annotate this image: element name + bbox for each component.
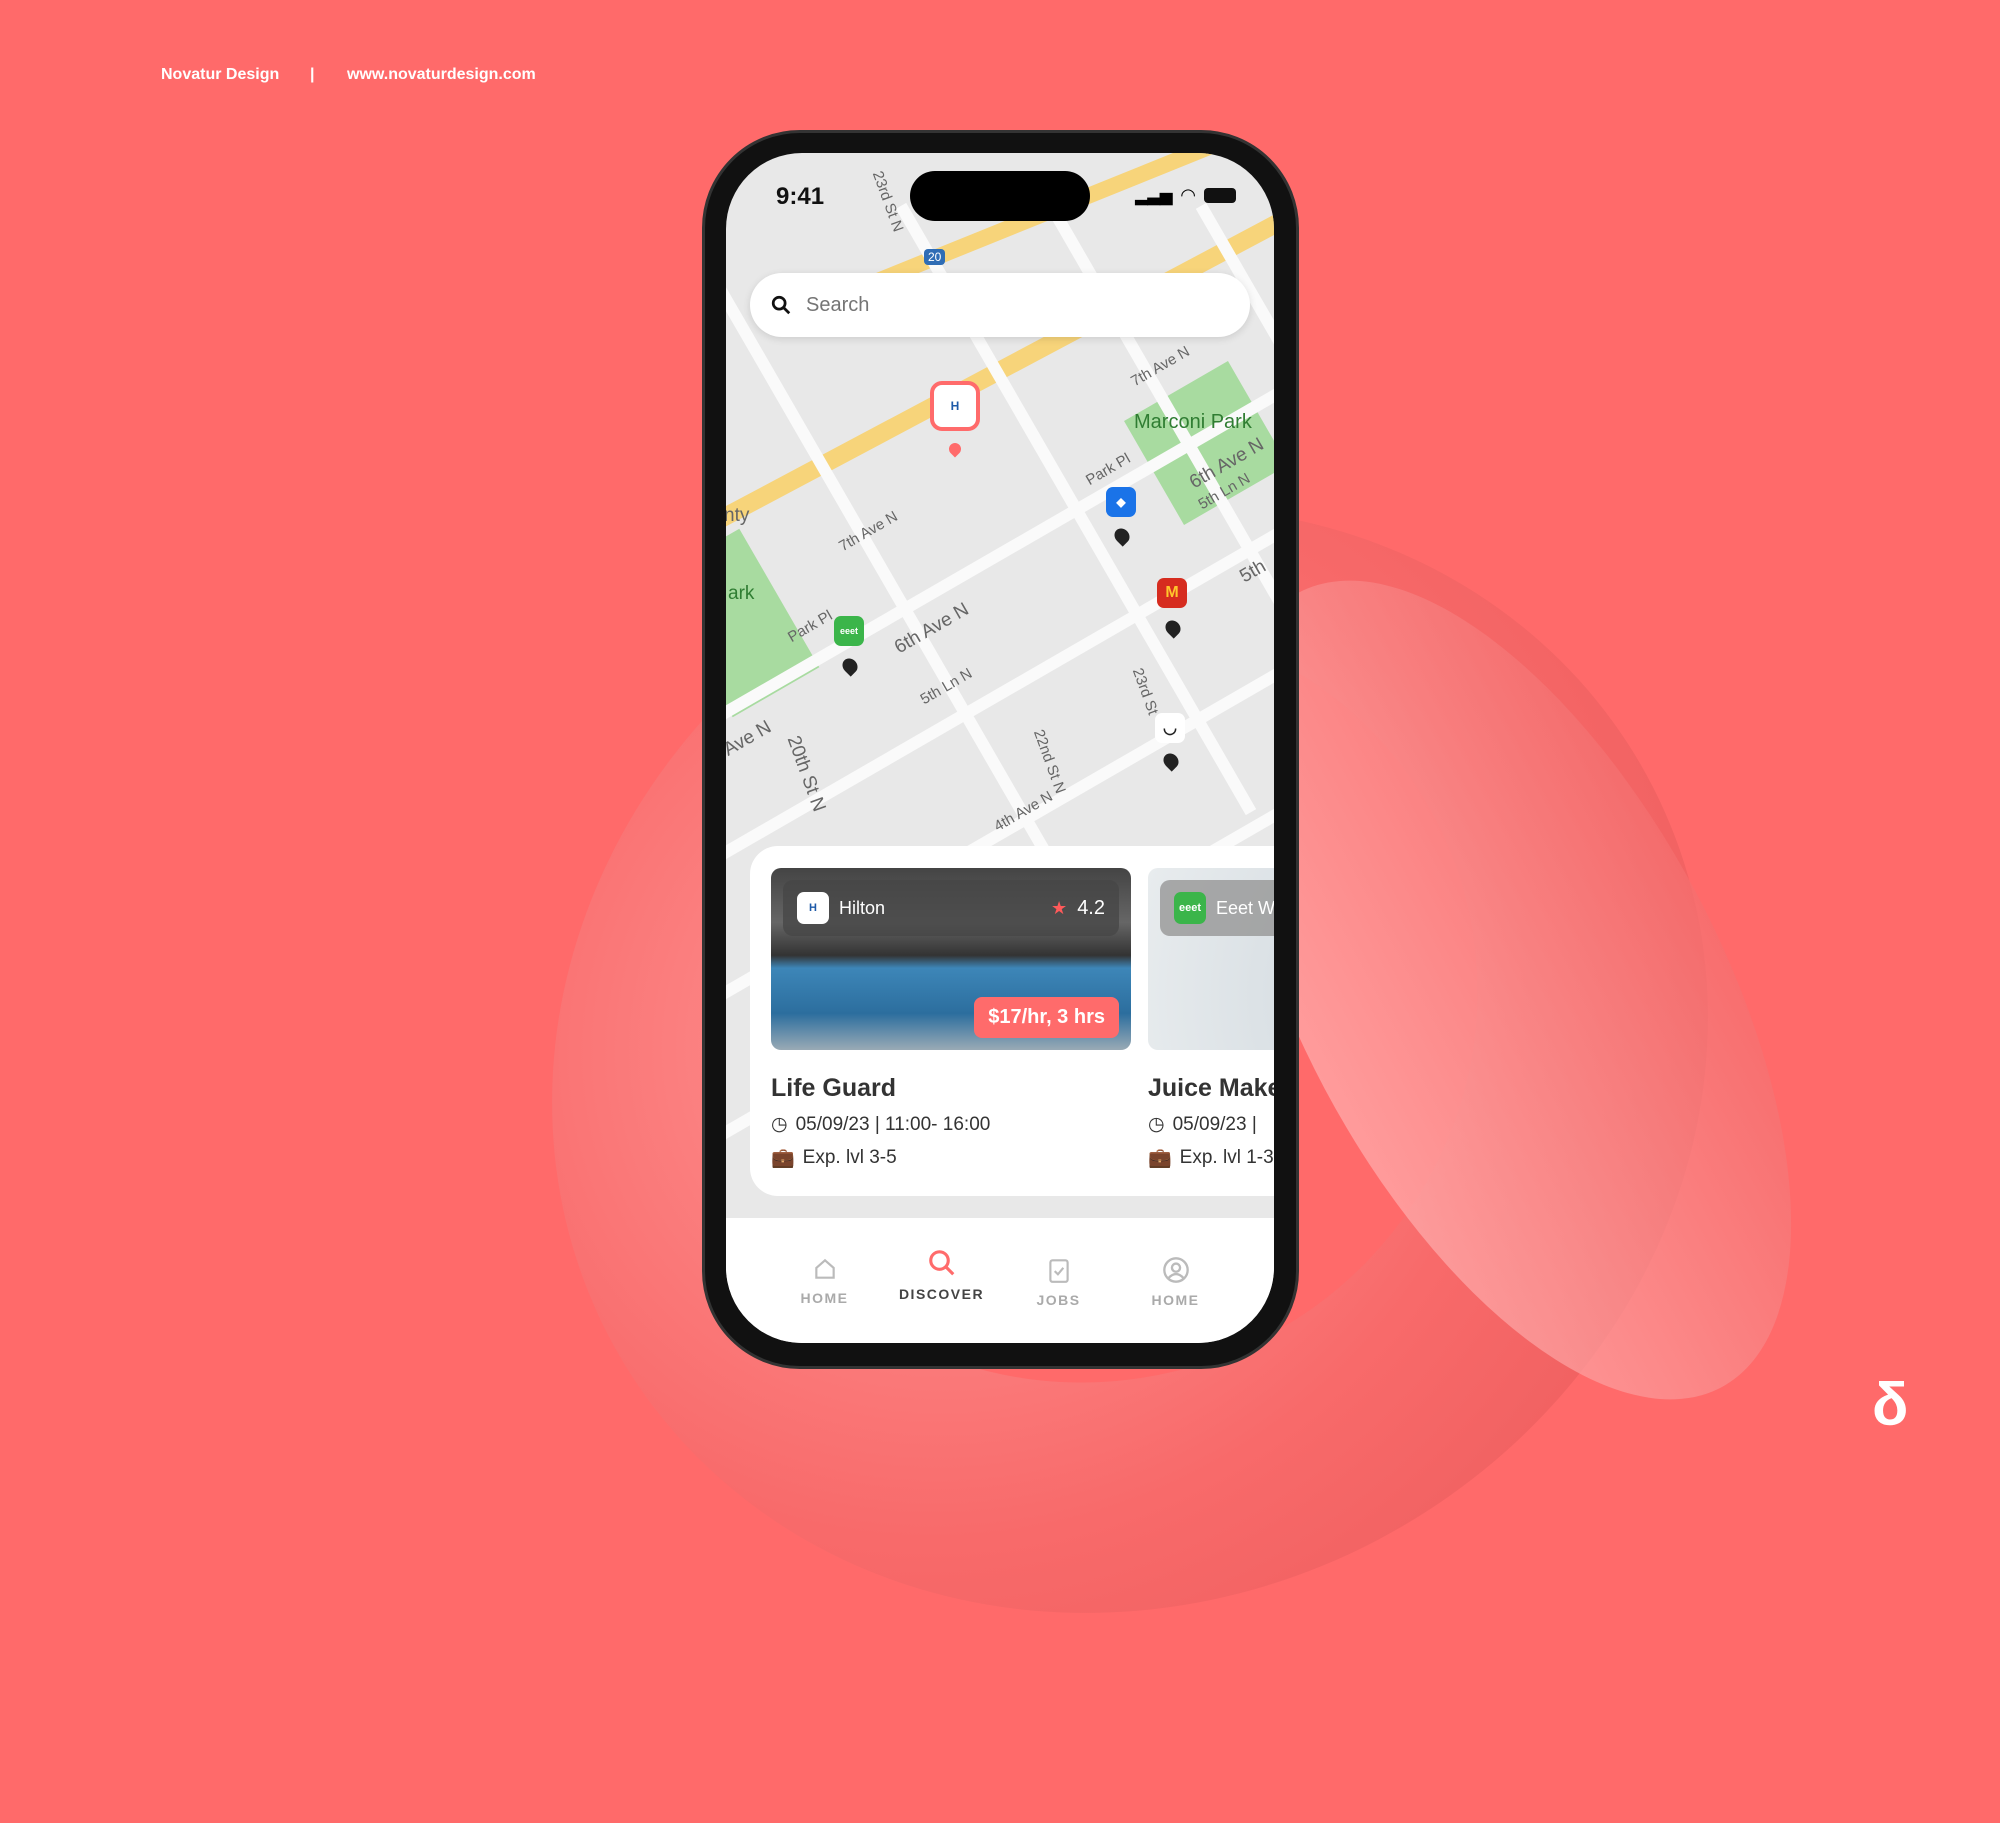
website-link[interactable]: www.novaturdesign.com [347, 66, 536, 84]
search-input[interactable] [806, 293, 1186, 317]
job-image: eeet Eeet Well [1148, 868, 1274, 1050]
battery-icon [1204, 188, 1236, 203]
search-bar[interactable] [750, 273, 1250, 337]
job-title: Life Guard [771, 1074, 897, 1102]
rating: 4.2 [1077, 896, 1105, 919]
clock-icon: ◷ [771, 1114, 788, 1135]
map-label: 23rd St N [868, 168, 907, 235]
map-pin-marker [1162, 617, 1184, 639]
eeet-well-logo-icon: eeet [1174, 892, 1206, 924]
home-icon [814, 1258, 835, 1279]
wifi-icon: ◠ [1180, 185, 1196, 205]
phone-screen: 23rd St N 7th Ave N Marconi Park Park Pl… [726, 153, 1274, 1343]
job-experience: Exp. lvl 3-5 [802, 1147, 897, 1168]
map-pin-marker [1160, 750, 1182, 772]
map-label: 20th St N [782, 733, 830, 815]
job-image: H Hilton ★ 4.2 $17/hr, 3 hrs [771, 868, 1131, 1050]
nav-label: HOME [800, 1290, 849, 1306]
studio-name: Novatur Design [161, 66, 280, 83]
nav-jobs[interactable]: JOBS [1014, 1256, 1104, 1343]
job-schedule: 05/09/23 | 11:00- 16:00 [795, 1113, 991, 1135]
hilton-logo-icon: H [797, 892, 829, 924]
map-pin-marker [1111, 525, 1133, 547]
star-icon: ★ [1051, 897, 1068, 918]
map-label: nty [726, 505, 750, 526]
briefcase-icon: 💼 [1148, 1148, 1172, 1169]
job-card[interactable]: H Hilton ★ 4.2 $17/hr, 3 hrs Life Guard … [771, 868, 1131, 1170]
map-pin-mcdonalds[interactable]: M [1157, 578, 1187, 608]
job-cards-carousel[interactable]: H Hilton ★ 4.2 $17/hr, 3 hrs Life Guard … [750, 846, 1274, 1196]
nav-label: DISCOVER [898, 1286, 985, 1302]
job-schedule: 05/09/23 | [1172, 1113, 1257, 1135]
map-label: ark [728, 583, 755, 604]
company-name: Hilton [839, 897, 886, 918]
job-title: Juice Maker [1148, 1074, 1274, 1102]
briefcase-icon: 💼 [771, 1148, 795, 1169]
nav-profile[interactable]: HOME [1131, 1256, 1221, 1343]
nav-home[interactable]: HOME [780, 1256, 870, 1343]
map-pin-hilton[interactable]: H [930, 381, 980, 431]
job-card[interactable]: eeet Eeet Well Juice Maker ◷ 05/09/23 | 💼… [1148, 868, 1274, 1170]
map-label: 23rd St [1128, 665, 1162, 718]
separator: | [310, 66, 315, 83]
nav-label: HOME [1151, 1292, 1200, 1308]
company-name: Eeet Well [1216, 897, 1274, 918]
map-pin-blue-place[interactable]: ◆ [1106, 487, 1136, 517]
nav-label: JOBS [1036, 1292, 1081, 1308]
profile-icon [1162, 1257, 1189, 1283]
map-pin-marker [946, 440, 964, 458]
search-icon [771, 295, 791, 315]
map-pin-marker [839, 655, 861, 677]
price-badge: $17/hr, 3 hrs [974, 997, 1119, 1038]
map-label: Ave N [726, 716, 775, 761]
status-time: 9:41 [776, 183, 825, 210]
interstate-shield: 20 [924, 249, 946, 265]
search-icon [928, 1250, 954, 1276]
map-label: Park Pl [784, 607, 836, 646]
dynamic-island [910, 171, 1090, 221]
bottom-nav: HOME DISCOVER JOBS HOME [726, 1218, 1274, 1343]
clock-icon: ◷ [1148, 1114, 1165, 1135]
signal-icon: ▂▃▅ [1135, 187, 1173, 205]
clipboard-icon [1048, 1259, 1069, 1283]
job-experience: Exp. lvl 1-3 [1179, 1147, 1274, 1168]
map-label-park: Marconi Park [1134, 411, 1252, 433]
map-pin-eeet-well[interactable]: eeet [834, 616, 864, 646]
map-pin-smile[interactable]: ◡ [1155, 713, 1185, 743]
map-label: 22nd St N [1029, 727, 1069, 796]
studio-logo: δ [1872, 1371, 1909, 1438]
nav-discover[interactable]: DISCOVER [897, 1248, 987, 1343]
